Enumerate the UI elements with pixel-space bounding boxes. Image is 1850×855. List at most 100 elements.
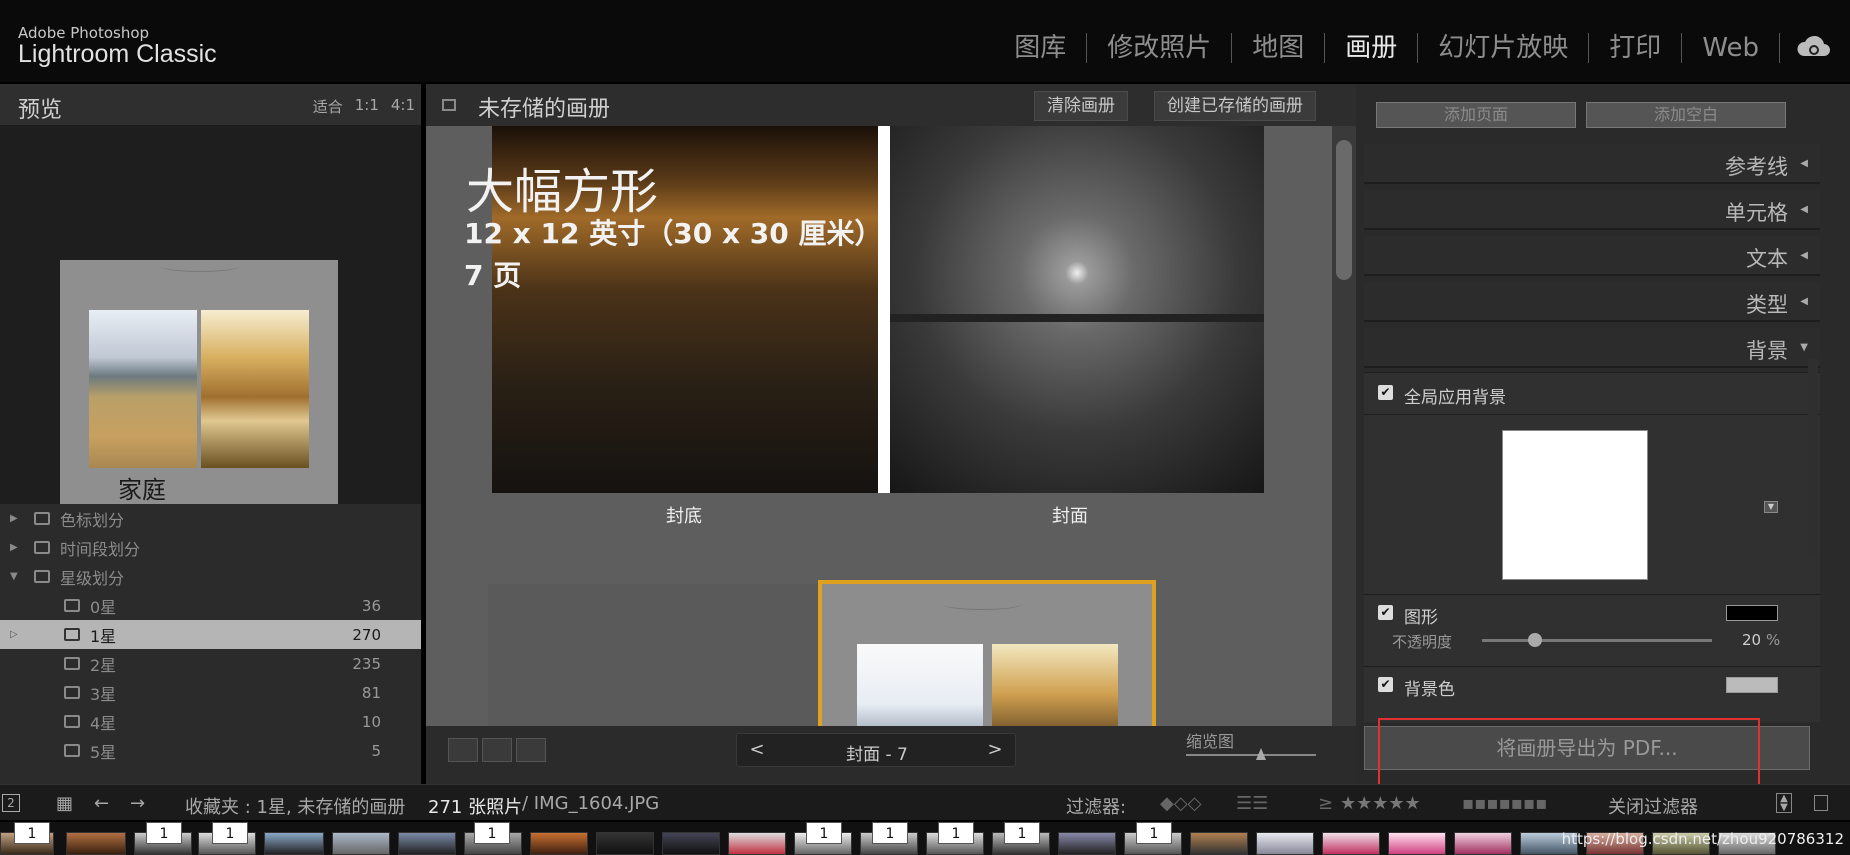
module-print[interactable]: 打印 — [1589, 28, 1681, 68]
collection-item[interactable]: 5星 5 — [0, 736, 421, 765]
book-header: 未存储的画册 清除画册 创建已存储的画册 — [426, 84, 1356, 126]
module-library[interactable]: 图库 — [994, 28, 1086, 68]
expand-triangle-icon[interactable]: ▶ — [10, 542, 24, 553]
clear-book-button[interactable]: 清除画册 — [1034, 91, 1128, 121]
copy-count-badge: 1 — [1004, 822, 1040, 844]
film-thumbnail[interactable] — [596, 832, 654, 855]
film-thumbnail[interactable] — [1058, 832, 1116, 855]
add-blank-button[interactable]: 添加空白 — [1586, 102, 1786, 128]
background-graphic[interactable] — [1502, 430, 1648, 580]
divider — [1779, 33, 1780, 63]
stack-filter-icon[interactable]: ☰☰ — [1236, 793, 1268, 814]
right-panel-scrollbar[interactable] — [1808, 358, 1818, 558]
film-thumbnail[interactable] — [332, 832, 390, 855]
module-book[interactable]: 画册 — [1325, 28, 1417, 68]
panel-cell[interactable]: 单元格 ◀ — [1364, 190, 1820, 230]
add-page-button[interactable]: 添加页面 — [1376, 102, 1576, 128]
source-breadcrumb[interactable]: 收藏夹 : 1星, 未存储的画册 — [185, 793, 405, 819]
film-thumbnail[interactable] — [530, 832, 588, 855]
collapse-triangle-icon: ◀ — [1800, 250, 1808, 261]
collapse-triangle-icon: ◀ — [1800, 296, 1808, 307]
brand-large: Lightroom Classic — [18, 40, 217, 68]
next-page-icon[interactable]: > — [975, 739, 1015, 763]
thumbnail-size-slider[interactable] — [1186, 754, 1316, 756]
zoom-fit[interactable]: 适合 — [313, 96, 343, 117]
panel-guides[interactable]: 参考线 ◀ — [1364, 144, 1820, 184]
expand-triangle-icon[interactable]: ▷ — [10, 629, 24, 640]
close-filter-dropdown[interactable]: 关闭过滤器 — [1608, 793, 1698, 819]
back-arrow-icon[interactable]: ← — [94, 793, 109, 814]
opacity-knob[interactable] — [1528, 633, 1542, 647]
scroll-thumb[interactable] — [1336, 140, 1352, 280]
film-thumbnail[interactable] — [66, 832, 126, 855]
film-thumbnail[interactable] — [264, 832, 324, 855]
smart-collection-icon — [64, 744, 80, 757]
film-thumbnail[interactable] — [662, 832, 720, 855]
module-picker: 图库 修改照片 地图 画册 幻灯片放映 打印 Web — [994, 28, 1780, 68]
grid-view-icon[interactable]: ▦ — [56, 793, 73, 814]
watermark: https://blog.csdn.net/zhou920786312 — [1561, 830, 1844, 848]
film-thumbnail[interactable] — [1190, 832, 1248, 855]
collection-item[interactable]: 0星 36 — [0, 591, 421, 620]
panel-text[interactable]: 文本 ◀ — [1364, 236, 1820, 276]
film-thumbnail[interactable] — [398, 832, 456, 855]
create-saved-book-button[interactable]: 创建已存储的画册 — [1154, 91, 1316, 121]
zoom-4-1[interactable]: 4:1 — [391, 96, 415, 117]
module-slideshow[interactable]: 幻灯片放映 — [1418, 28, 1588, 68]
film-thumbnail[interactable] — [728, 832, 786, 855]
graphic-color-swatch[interactable] — [1726, 605, 1778, 621]
collection-item[interactable]: 3星 81 — [0, 678, 421, 707]
panel-type[interactable]: 类型 ◀ — [1364, 282, 1820, 322]
film-thumbnail[interactable] — [1388, 832, 1446, 855]
film-thumbnail[interactable] — [1256, 832, 1314, 855]
graphic-checkbox[interactable]: ✔ — [1378, 605, 1393, 620]
opacity-slider[interactable] — [1482, 639, 1712, 642]
grid-toggle-icon[interactable] — [442, 99, 456, 111]
film-thumbnail[interactable] — [1322, 832, 1380, 855]
book-toolbar: < 封面 - 7 > 缩览图 — [426, 726, 1356, 784]
copy-count-badge: 1 — [938, 822, 974, 844]
collection-item[interactable]: 4星 10 — [0, 707, 421, 736]
stars-rule[interactable]: ≥ — [1318, 793, 1333, 814]
filter-lock-icon[interactable]: ▲ ▼ — [1776, 793, 1792, 813]
front-cover-photo[interactable] — [890, 126, 1264, 493]
module-web[interactable]: Web — [1682, 28, 1779, 68]
current-filename[interactable]: / IMG_1604.JPG — [522, 793, 659, 814]
module-bar: Adobe Photoshop Lightroom Classic 图库 修改照… — [0, 0, 1850, 82]
module-develop[interactable]: 修改照片 — [1087, 28, 1231, 68]
global-bg-checkbox[interactable]: ✔ — [1378, 385, 1393, 400]
opacity-unit: % — [1766, 631, 1781, 649]
dropdown-icon[interactable]: ▼ — [1764, 501, 1778, 513]
single-page-view-icon[interactable] — [516, 738, 546, 762]
star-rating-filter[interactable]: ★★★★★ — [1340, 793, 1421, 814]
preview-title: 预览 — [18, 98, 63, 123]
collection-item[interactable]: 2星 235 — [0, 649, 421, 678]
book-format-size: 12 x 12 英寸（30 x 30 厘米） — [464, 217, 883, 250]
module-map[interactable]: 地图 — [1232, 28, 1324, 68]
filmstrip: 1 1 1 1 1 1 1 1 1 https://blog.csdn.net/… — [0, 822, 1850, 855]
expand-triangle-icon[interactable]: ▶ — [10, 513, 24, 524]
collection-set[interactable]: ▶ 色标划分 — [0, 504, 421, 533]
cloud-sync-icon[interactable] — [1796, 32, 1832, 62]
collection-set[interactable]: ▶ 时间段划分 — [0, 533, 421, 562]
spread-view-icon[interactable] — [482, 738, 512, 762]
secondary-window-badge[interactable]: 2 — [2, 794, 20, 812]
copy-count-badge: 1 — [14, 822, 50, 844]
collection-item-selected[interactable]: ▷ 1星 270 — [0, 620, 421, 649]
film-thumbnail[interactable] — [1454, 832, 1512, 855]
flag-filter-icon[interactable]: ◆◇◇ — [1160, 793, 1202, 814]
forward-arrow-icon[interactable]: → — [130, 793, 145, 814]
prev-page-icon[interactable]: < — [737, 739, 777, 763]
collection-set[interactable]: ▼ 星级划分 — [0, 562, 421, 591]
bg-color-checkbox[interactable]: ✔ — [1378, 677, 1393, 692]
copy-count-badge: 1 — [146, 822, 182, 844]
zoom-1-1[interactable]: 1:1 — [355, 96, 379, 117]
filmstrip-toggle-icon[interactable] — [1814, 795, 1828, 811]
multi-page-view-icon[interactable] — [448, 738, 478, 762]
color-label-filter-icon[interactable]: ▪▪▪▪▪▪▪ — [1462, 793, 1547, 814]
panel-background[interactable]: 背景 ▼ — [1364, 328, 1820, 368]
bg-color-row: ✔ 背景色 — [1364, 666, 1820, 722]
bg-color-swatch[interactable] — [1726, 677, 1778, 693]
collapse-triangle-icon[interactable]: ▼ — [10, 571, 24, 582]
vertical-scrollbar[interactable] — [1332, 126, 1356, 726]
